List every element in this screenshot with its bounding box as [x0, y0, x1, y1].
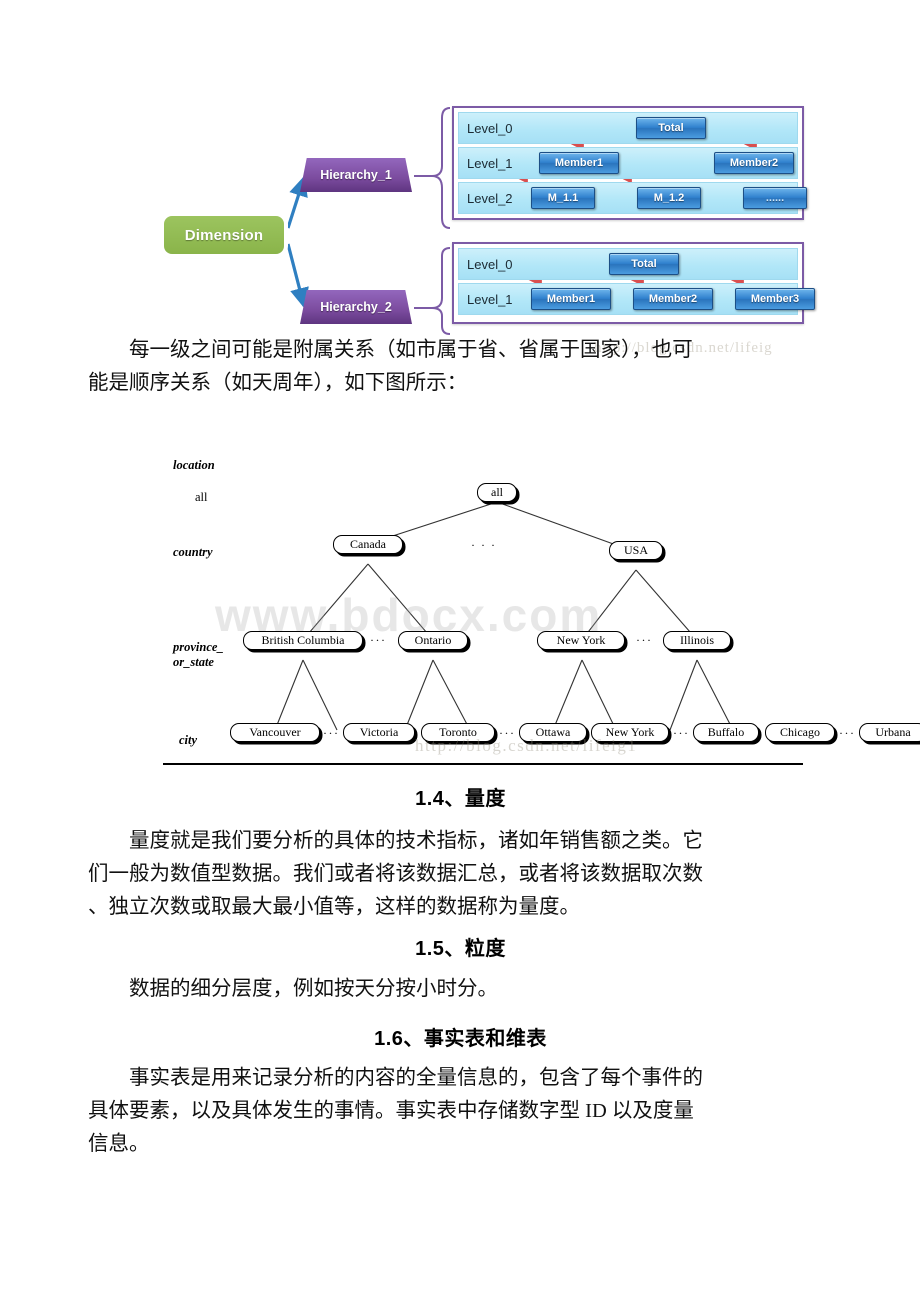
level-label: Level_2 — [467, 190, 513, 206]
tree-node-urbana: Urbana — [859, 723, 920, 742]
level-label: Level_1 — [467, 291, 513, 307]
tree-node-chicago: Chicago — [765, 723, 835, 742]
level-row: Level_0 Total — [458, 112, 798, 144]
tree-node-ontario: Ontario — [398, 631, 468, 650]
tree-gap-city-3: ··· — [673, 726, 690, 740]
hierarchy-1-node: Hierarchy_1 — [300, 158, 412, 192]
tree-node-buffalo: Buffalo — [693, 723, 759, 742]
dimension-hierarchy-figure: Dimension Hierarchy_1 Hierarchy_2 Level_… — [150, 100, 815, 356]
tree-node-vancouver: Vancouver — [230, 723, 320, 742]
member-button-ellipsis[interactable]: ...... — [743, 187, 807, 209]
paragraph-line: 量度就是我们要分析的具体的技术指标，诸如年销售额之类。它 — [129, 830, 703, 852]
paragraph-line: 能是顺序关系（如天周年），如下图所示： — [88, 372, 468, 394]
paragraph-line: 数据的细分层度，例如按天分按小时分。 — [129, 978, 498, 1000]
tree-gap-province-2: ··· — [636, 633, 653, 647]
paragraph-hierarchy-relations: 每一级之间可能是附属关系（如市属于省、省属于国家），也可 能是顺序关系（如天周年… — [88, 334, 833, 400]
tree-node-usa: USA — [609, 541, 663, 560]
level-label: Level_0 — [467, 120, 513, 136]
hierarchy-1-levels-box: Level_0 Total Level_1 Member1 Member2 Le… — [452, 106, 807, 220]
member-button-member3-h2[interactable]: Member3 — [735, 288, 815, 310]
member-button-total-h1[interactable]: Total — [636, 117, 706, 139]
member-button-total-h2[interactable]: Total — [609, 253, 679, 275]
level-label: Level_0 — [467, 256, 513, 272]
level-row: Level_0 Total — [458, 248, 798, 280]
tree-node-illinois: Illinois — [663, 631, 731, 650]
level-label: Level_1 — [467, 155, 513, 171]
level-row: Level_1 Member1 Member2 Member3 — [458, 283, 815, 315]
heading-1-4: 1.4、量度 — [415, 788, 506, 810]
paragraph-line: 、独立次数或取最大最小值等，这样的数据称为量度。 — [88, 896, 580, 918]
paragraph-fact-dimension-table: 事实表是用来记录分析的内容的全量信息的，包含了每个事件的 具体要素，以及具体发生… — [88, 1062, 833, 1161]
paragraph-line: 事实表是用来记录分析的内容的全量信息的，包含了每个事件的 — [129, 1067, 703, 1089]
paragraph-line: 信息。 — [88, 1133, 150, 1155]
level-row: Level_1 Member1 Member2 — [458, 147, 798, 179]
hierarchy-1-label: Hierarchy_1 — [320, 168, 392, 182]
hierarchy-2-label: Hierarchy_2 — [320, 300, 392, 314]
dimension-label: Dimension — [184, 226, 264, 244]
hierarchy-2-levels-box: Level_0 Total Level_1 Member1 Member2 Me… — [452, 242, 815, 356]
paragraph-line: 每一级之间可能是附属关系（如市属于省、省属于国家），也可 — [129, 339, 693, 361]
location-concept-hierarchy-figure: location all country province_ or_state … — [85, 440, 920, 770]
document-page: Dimension Hierarchy_1 Hierarchy_2 Level_… — [0, 0, 920, 1302]
tree-gap-province-1: ··· — [370, 633, 387, 647]
member-button-member1-h1[interactable]: Member1 — [539, 152, 619, 174]
level-row: Level_2 M_1.1 M_1.2 ...... — [458, 182, 807, 214]
watermark-csdn-figure2: http://blog.csdn.net/lifeig1 — [415, 736, 638, 755]
member-button-member2-h2[interactable]: Member2 — [633, 288, 713, 310]
member-button-m11[interactable]: M_1.1 — [531, 187, 595, 209]
paragraph-line: 具体要素，以及具体发生的事情。事实表中存储数字型 ID 以及度量 — [88, 1100, 694, 1122]
tree-node-british-columbia: British Columbia — [243, 631, 363, 650]
tree-gap-country: · · · — [471, 538, 497, 552]
member-button-member2-h1[interactable]: Member2 — [714, 152, 794, 174]
member-button-member1-h2[interactable]: Member1 — [531, 288, 611, 310]
heading-1-6: 1.6、事实表和维表 — [374, 1028, 547, 1050]
hierarchy-2-node: Hierarchy_2 — [300, 290, 412, 324]
tree-gap-city-1: ··· — [323, 726, 340, 740]
paragraph-line: 们一般为数值型数据。我们或者将该数据汇总，或者将该数据取次数 — [88, 863, 703, 885]
dimension-node: Dimension — [164, 216, 284, 254]
tree-gap-city-4: ··· — [839, 726, 856, 740]
heading-1-5: 1.5、粒度 — [415, 938, 506, 960]
tree-node-new-york-state: New York — [537, 631, 625, 650]
tree-node-victoria: Victoria — [343, 723, 415, 742]
tree-node-canada: Canada — [333, 535, 403, 554]
paragraph-measure: 量度就是我们要分析的具体的技术指标，诸如年销售额之类。它 们一般为数值型数据。我… — [88, 825, 833, 924]
paragraph-granularity: 数据的细分层度，例如按天分按小时分。 — [88, 973, 833, 1006]
tree-node-all: all — [477, 483, 517, 502]
member-button-m12[interactable]: M_1.2 — [637, 187, 701, 209]
